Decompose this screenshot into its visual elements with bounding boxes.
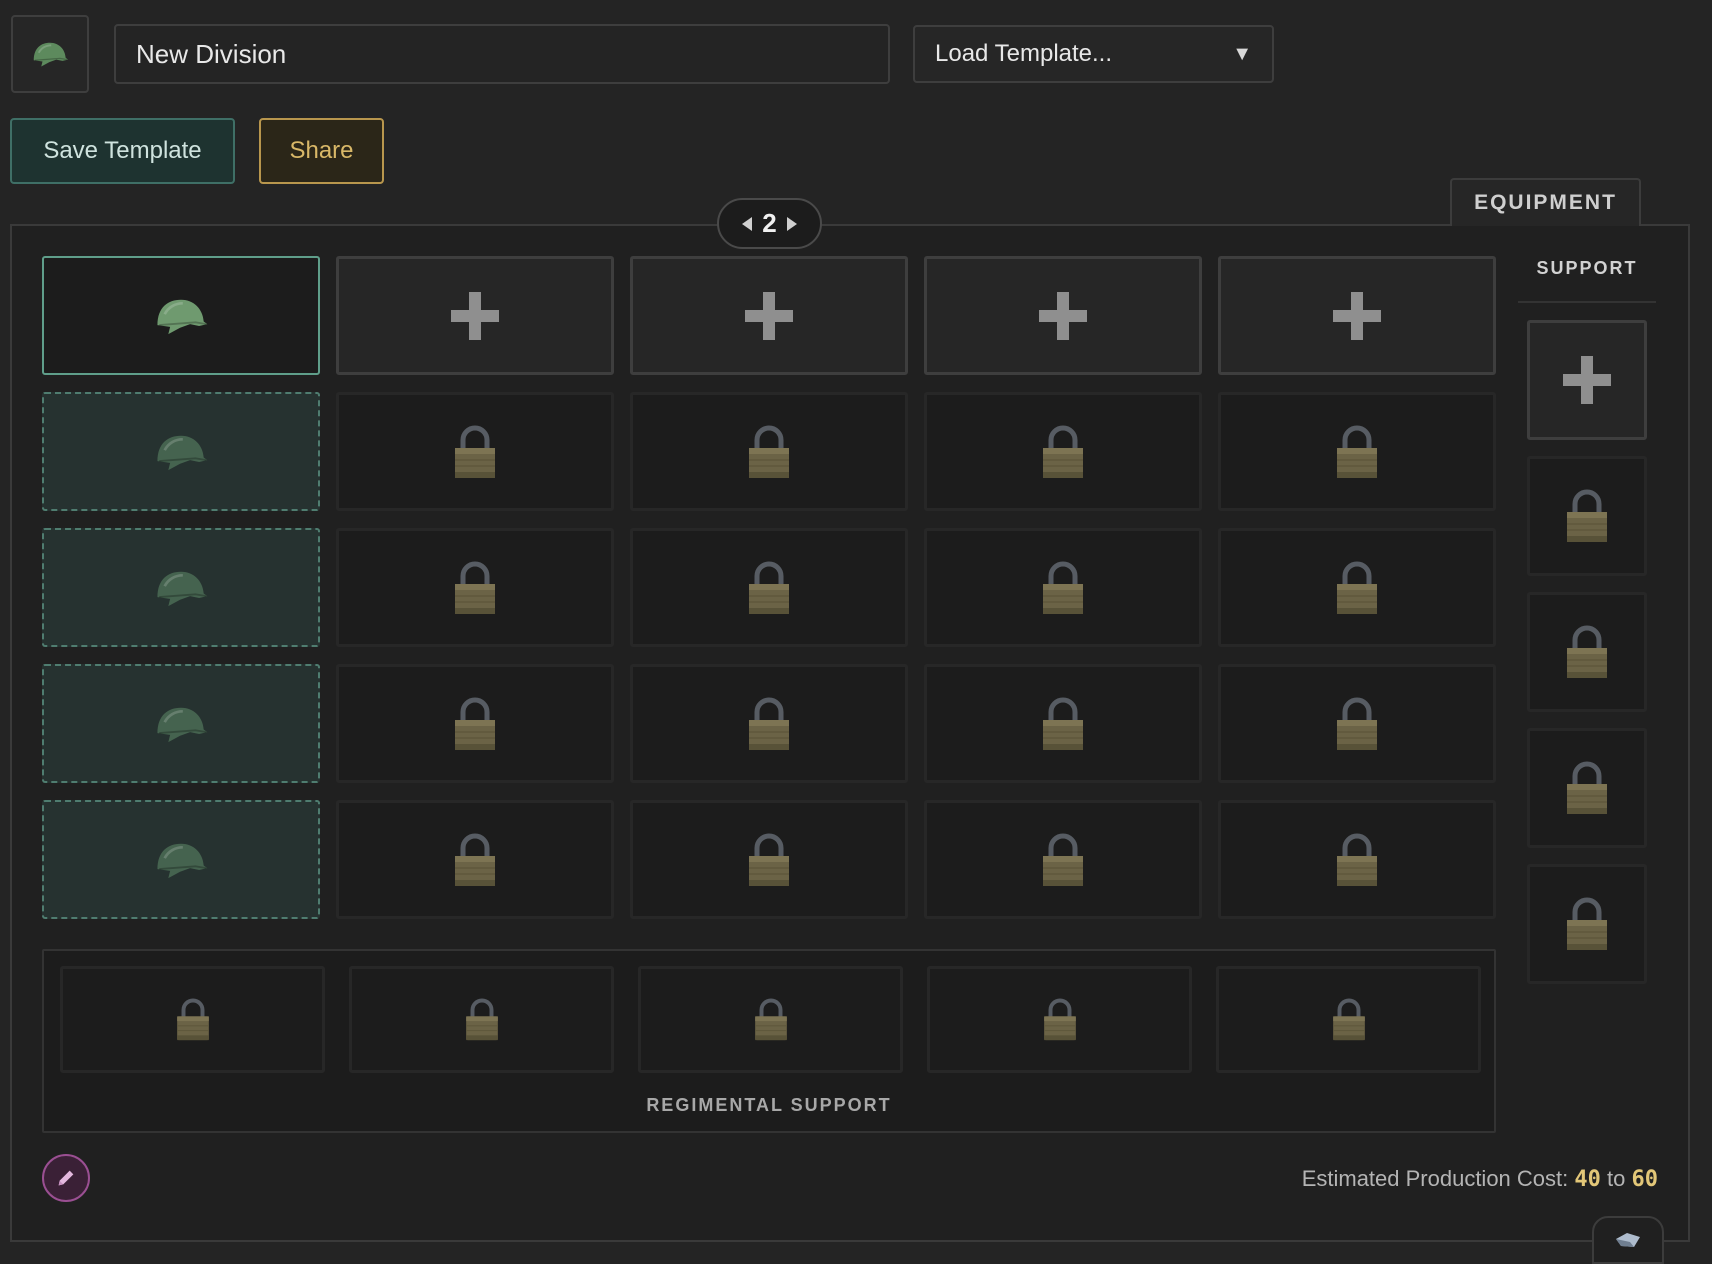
battalion-slot-ghost[interactable] [42,392,320,511]
locked-battalion-slot [1218,392,1496,511]
helmet-icon [30,38,70,70]
lock-icon [1041,997,1079,1042]
plus-icon [449,290,501,342]
locked-regimental-slot [927,966,1192,1073]
locked-battalion-slot [336,528,614,647]
production-cost-max: 60 [1631,1167,1659,1192]
lock-icon [451,832,499,888]
lock-icon [1039,832,1087,888]
next-page-arrow-icon[interactable] [786,216,797,231]
locked-battalion-slot [336,664,614,783]
helmet-icon [152,702,210,746]
division-symbol-button[interactable] [11,15,89,93]
production-cost-separator: to [1607,1166,1626,1191]
locked-battalion-slot [924,392,1202,511]
lock-icon [752,997,790,1042]
lock-icon [745,696,793,752]
chevron-down-icon: ▼ [1232,42,1252,65]
lock-icon [1039,696,1087,752]
lock-icon [1563,624,1611,680]
plus-icon [1331,290,1383,342]
locked-battalion-slot [924,664,1202,783]
add-battalion-button[interactable] [1218,256,1496,375]
current-page-number: 2 [762,208,777,238]
add-battalion-button[interactable] [336,256,614,375]
locked-regimental-slot [638,966,903,1073]
lock-icon [451,560,499,616]
locked-regimental-slot [1216,966,1481,1073]
add-battalion-button[interactable] [630,256,908,375]
lock-icon [745,832,793,888]
lock-icon [745,424,793,480]
eraser-icon [1616,1233,1640,1247]
locked-battalion-slot [924,800,1202,919]
edit-button[interactable] [42,1154,90,1202]
production-cost: Estimated Production Cost: 40 to 60 [1302,1166,1658,1192]
division-name-field[interactable] [114,24,890,84]
add-support-button[interactable] [1527,320,1647,440]
locked-battalion-slot [630,392,908,511]
share-button[interactable]: Share [259,118,384,184]
locked-battalion-slot [630,664,908,783]
helmet-icon [152,294,210,338]
helmet-icon [152,566,210,610]
battalion-slot-unit[interactable] [42,256,320,375]
locked-battalion-slot [336,392,614,511]
lock-icon [1333,696,1381,752]
helmet-icon [152,430,210,474]
template-page-nav: 2 [717,198,822,249]
locked-battalion-slot [630,800,908,919]
load-template-dropdown[interactable]: Load Template... ▼ [913,25,1274,83]
support-header: SUPPORT [1536,258,1638,278]
plus-icon [743,290,795,342]
lock-icon [1563,488,1611,544]
locked-support-slot [1527,456,1647,576]
lock-icon [1333,424,1381,480]
lock-icon [451,696,499,752]
locked-battalion-slot [1218,800,1496,919]
support-divider [1518,301,1656,303]
load-template-label: Load Template... [935,40,1113,67]
save-template-button[interactable]: Save Template [10,118,235,184]
lock-icon [745,560,793,616]
locked-regimental-slot [60,966,325,1073]
clear-template-button[interactable] [1592,1216,1664,1264]
locked-support-slot [1527,864,1647,984]
lock-icon [1330,997,1368,1042]
lock-icon [1039,424,1087,480]
regimental-support-label: REGIMENTAL SUPPORT [646,1095,892,1115]
locked-support-slot [1527,728,1647,848]
lock-icon [1563,760,1611,816]
locked-battalion-slot [1218,664,1496,783]
plus-icon [1561,354,1613,406]
previous-page-arrow-icon[interactable] [742,216,753,231]
lock-icon [451,424,499,480]
lock-icon [463,997,501,1042]
pencil-icon [58,1170,74,1186]
add-battalion-button[interactable] [924,256,1202,375]
locked-support-slot [1527,592,1647,712]
locked-battalion-slot [336,800,614,919]
lock-icon [1563,896,1611,952]
production-cost-min: 40 [1574,1167,1601,1192]
battalion-slot-ghost[interactable] [42,800,320,919]
locked-battalion-slot [630,528,908,647]
helmet-icon [152,838,210,882]
lock-icon [1039,560,1087,616]
battalion-slot-ghost[interactable] [42,528,320,647]
lock-icon [1333,560,1381,616]
lock-icon [1333,832,1381,888]
locked-regimental-slot [349,966,614,1073]
production-cost-label: Estimated Production Cost: [1301,1166,1569,1191]
battalion-slot-ghost[interactable] [42,664,320,783]
tab-equipment[interactable]: EQUIPMENT [1450,178,1641,226]
locked-battalion-slot [1218,528,1496,647]
lock-icon [174,997,212,1042]
locked-battalion-slot [924,528,1202,647]
plus-icon [1037,290,1089,342]
